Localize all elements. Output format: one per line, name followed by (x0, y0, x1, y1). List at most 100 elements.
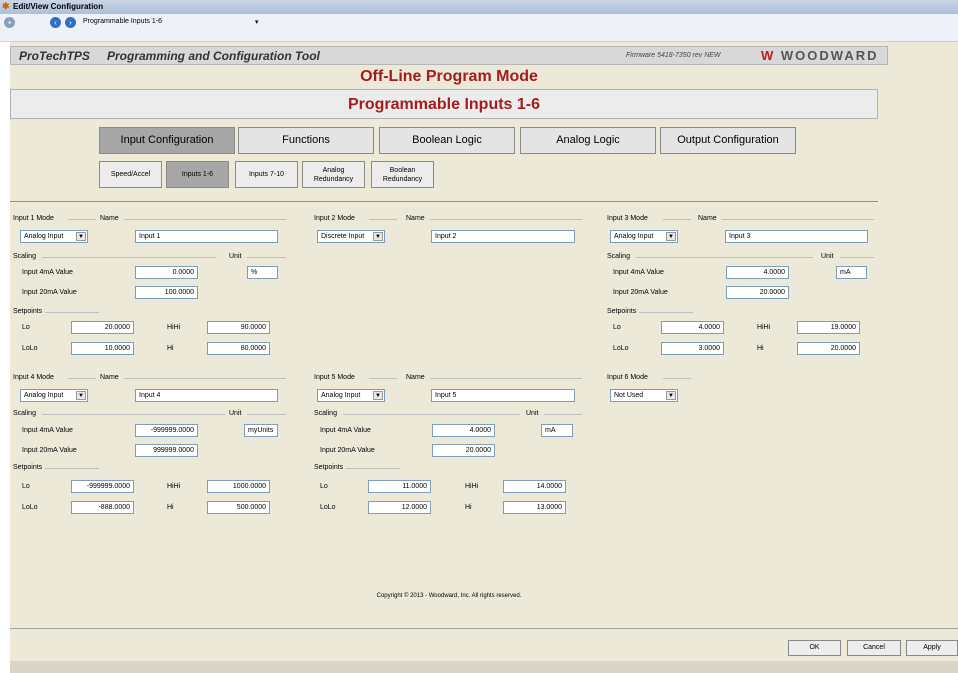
mode-title: Off-Line Program Mode (360, 68, 538, 85)
input-4-lolo-field[interactable]: -888.0000 (71, 501, 134, 514)
tab-functions[interactable]: Functions (238, 127, 374, 154)
divider (247, 257, 286, 258)
input-4-setpoints-label: Setpoints (13, 464, 43, 471)
divider (42, 414, 225, 415)
divider (247, 414, 286, 415)
input-4-hihi-label: HiHi (167, 483, 181, 490)
tool-name: Programming and Configuration Tool (107, 49, 320, 63)
input-5-hi-field[interactable]: 13.0000 (503, 501, 566, 514)
input-3-lolo-field[interactable]: 3.0000 (661, 342, 724, 355)
tab-output-configuration[interactable]: Output Configuration (660, 127, 796, 154)
divider (636, 257, 813, 258)
subtab-speed-accel[interactable]: Speed/Accel (99, 161, 162, 188)
tab-analog-logic[interactable]: Analog Logic (520, 127, 656, 154)
input-4-mode-value: Analog Input (24, 392, 64, 399)
input-5-hihi-field[interactable]: 14.0000 (503, 480, 566, 493)
input-3-name-field[interactable]: Input 3 (725, 230, 868, 243)
input-5-name-field[interactable]: Input 5 (431, 389, 575, 402)
chevron-down-icon[interactable]: ▼ (373, 391, 383, 400)
input-1-lolo-label: LoLo (22, 345, 38, 352)
input-2-name-field[interactable]: Input 2 (431, 230, 575, 243)
input-4-name-field[interactable]: Input 4 (135, 389, 278, 402)
input-3-setpoints-label: Setpoints (607, 308, 637, 315)
input-2-mode-select[interactable]: Discrete Input ▼ (317, 230, 385, 243)
divider (10, 628, 958, 629)
input-1-4ma-field[interactable]: 0.0000 (135, 266, 198, 279)
input-1-20ma-field[interactable]: 100.0000 (135, 286, 198, 299)
tab-boolean-logic[interactable]: Boolean Logic (379, 127, 515, 154)
input-3-hi-field[interactable]: 20.0000 (797, 342, 860, 355)
ok-button[interactable]: OK (788, 640, 841, 656)
back-icon[interactable]: ‹ (50, 17, 61, 28)
input-6-mode-select[interactable]: Not Used ▼ (610, 389, 678, 402)
app-name: ProTechTPS (19, 49, 90, 63)
input-3-lo-field[interactable]: 4.0000 (661, 321, 724, 334)
input-1-lo-field[interactable]: 20.0000 (71, 321, 134, 334)
chevron-down-icon[interactable]: ▼ (666, 232, 676, 241)
divider (722, 219, 874, 220)
input-2-mode-value: Discrete Input (321, 233, 365, 240)
cancel-button[interactable]: Cancel (847, 640, 901, 656)
input-1-hi-field[interactable]: 80.0000 (207, 342, 270, 355)
input-5-mode-select[interactable]: Analog Input ▼ (317, 389, 385, 402)
input-1-unit-field[interactable]: % (247, 266, 278, 279)
input-4-unit-label: Unit (229, 410, 242, 417)
input-5-unit-label: Unit (526, 410, 539, 417)
app-icon: ✱ (2, 1, 10, 11)
location-label[interactable]: Programmable Inputs 1-6 (83, 18, 162, 25)
divider (42, 257, 216, 258)
input-4-lo-field[interactable]: -999999.0000 (71, 480, 134, 493)
input-4-mode-label: Input 4 Mode (13, 374, 54, 381)
save-icon[interactable]: ▪ (4, 17, 15, 28)
divider (639, 312, 693, 313)
input-3-lolo-label: LoLo (613, 345, 629, 352)
input-5-4ma-field[interactable]: 4.0000 (432, 424, 495, 437)
tab-input-configuration[interactable]: Input Configuration (99, 127, 235, 154)
subtab-analog-redundancy[interactable]: Analog Redundancy (302, 161, 365, 188)
input-5-unit-field[interactable]: mA (541, 424, 573, 437)
input-3-4ma-field[interactable]: 4.0000 (726, 266, 789, 279)
apply-button[interactable]: Apply (906, 640, 958, 656)
input-1-mode-select[interactable]: Analog Input ▼ (20, 230, 88, 243)
input-5-20ma-field[interactable]: 20.0000 (432, 444, 495, 457)
input-4-lo-label: Lo (22, 483, 30, 490)
forward-icon[interactable]: › (65, 17, 76, 28)
subtab-boolean-redundancy[interactable]: Boolean Redundancy (371, 161, 434, 188)
divider (346, 468, 400, 469)
chevron-down-icon[interactable]: ▼ (76, 232, 86, 241)
input-4-4ma-field[interactable]: -999999.0000 (135, 424, 198, 437)
input-1-scaling-label: Scaling (13, 253, 36, 260)
chevron-down-icon[interactable]: ▼ (373, 232, 383, 241)
input-3-mode-select[interactable]: Analog Input ▼ (610, 230, 678, 243)
input-3-hihi-field[interactable]: 19.0000 (797, 321, 860, 334)
divider (343, 414, 520, 415)
input-1-name-field[interactable]: Input 1 (135, 230, 278, 243)
input-4-lolo-label: LoLo (22, 504, 38, 511)
input-4-unit-field[interactable]: myUnits (244, 424, 278, 437)
divider (430, 378, 582, 379)
chevron-down-icon[interactable]: ▼ (666, 391, 676, 400)
location-dropdown-icon[interactable]: ▾ (255, 18, 259, 26)
input-5-hihi-label: HiHi (465, 483, 479, 490)
subtab-inputs-1-6[interactable]: Inputs 1-6 (166, 161, 229, 188)
input-5-lo-field[interactable]: 11.0000 (368, 480, 431, 493)
subtab-inputs-7-10[interactable]: Inputs 7-10 (235, 161, 298, 188)
input-5-lolo-field[interactable]: 12.0000 (368, 501, 431, 514)
input-5-mode-label: Input 5 Mode (314, 374, 355, 381)
chevron-down-icon[interactable]: ▼ (76, 391, 86, 400)
input-5-20ma-label: Input 20mA Value (320, 447, 375, 454)
app-header: ProTechTPS Programming and Configuration… (10, 46, 888, 65)
input-3-20ma-field[interactable]: 20.0000 (726, 286, 789, 299)
input-4-hihi-field[interactable]: 1000.0000 (207, 480, 270, 493)
input-1-unit-label: Unit (229, 253, 242, 260)
input-1-hihi-field[interactable]: 90.0000 (207, 321, 270, 334)
input-1-lolo-field[interactable]: 10.0000 (71, 342, 134, 355)
input-4-hi-field[interactable]: 500.0000 (207, 501, 270, 514)
input-4-mode-select[interactable]: Analog Input ▼ (20, 389, 88, 402)
woodward-logo: W WOODWARD (761, 48, 879, 63)
input-3-unit-field[interactable]: mA (836, 266, 867, 279)
input-1-setpoints-label: Setpoints (13, 308, 43, 315)
input-4-20ma-label: Input 20mA Value (22, 447, 77, 454)
input-4-20ma-field[interactable]: 999999.0000 (135, 444, 198, 457)
firmware-label: Firmware 5418-7350 rev NEW (626, 52, 721, 59)
